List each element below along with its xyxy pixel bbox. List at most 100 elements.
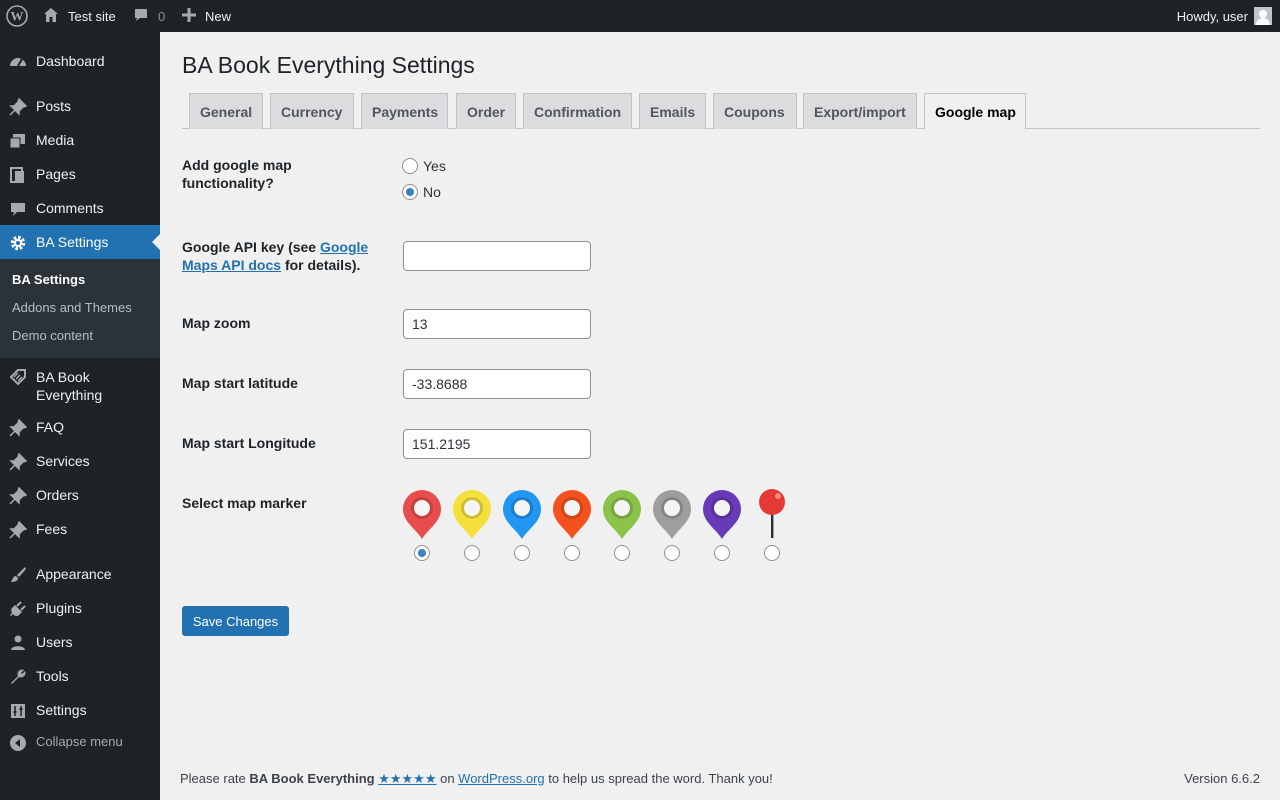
marker-radio[interactable] — [464, 545, 480, 561]
wordpress-logo-icon[interactable]: W — [6, 0, 30, 32]
pushpin-icon — [8, 418, 28, 438]
sidebar-item-posts[interactable]: Posts — [0, 89, 160, 123]
pages-icon — [8, 165, 28, 185]
map-longitude-label: Map start Longitude — [182, 435, 316, 451]
map-marker-label: Select map marker — [182, 495, 307, 511]
google-map-label: Add google map functionality? — [182, 157, 292, 191]
sidebar-item-tools[interactable]: Tools — [0, 659, 160, 693]
save-changes-button[interactable]: Save Changes — [182, 606, 289, 636]
sidebar-item-fees[interactable]: Fees — [0, 512, 160, 546]
plugin-name: BA Book Everything — [249, 771, 375, 786]
admin-sidebar: Dashboard Posts Media Pages Comments BA … — [0, 32, 160, 800]
gear-icon — [8, 233, 28, 253]
tab-coupons[interactable]: Coupons — [713, 93, 797, 129]
map-zoom-input[interactable]: 13 — [403, 309, 591, 339]
ba-settings-submenu: BA Settings Addons and Themes Demo conte… — [0, 259, 160, 358]
sidebar-item-orders[interactable]: Orders — [0, 478, 160, 512]
pushpin-icon — [8, 452, 28, 472]
map-zoom-label: Map zoom — [182, 315, 251, 331]
sidebar-item-appearance[interactable]: Appearance — [0, 557, 160, 591]
tab-order[interactable]: Order — [456, 93, 516, 129]
red-pushpin-icon[interactable] — [752, 488, 792, 540]
api-key-label-prefix: Google API key (see — [182, 239, 320, 255]
new-content-link[interactable]: New — [182, 0, 231, 32]
comments-count: 0 — [158, 8, 166, 24]
tab-general[interactable]: General — [189, 93, 263, 129]
dashboard-icon — [8, 52, 28, 72]
tag-icon — [8, 367, 28, 387]
admin-bar: W Test site 0 New Howdy, user — [0, 0, 1280, 32]
brush-icon — [8, 565, 28, 585]
plugin-icon — [8, 599, 28, 619]
wp-version: Version 6.6.2 — [1184, 771, 1260, 786]
yellow-marker-icon[interactable] — [452, 488, 492, 540]
comment-icon — [133, 7, 149, 26]
yes-label: Yes — [423, 158, 446, 174]
marker-radio[interactable] — [664, 545, 680, 561]
marker-radio[interactable] — [564, 545, 580, 561]
sidebar-item-media[interactable]: Media — [0, 123, 160, 157]
wrench-icon — [8, 667, 28, 687]
rate-prefix: Please rate — [180, 771, 250, 786]
submenu-item-demo-content[interactable]: Demo content — [12, 328, 93, 343]
rate-suffix: to help us spread the word. Thank you! — [544, 771, 773, 786]
google-map-yes-radio[interactable] — [402, 158, 418, 174]
submenu-item-ba-settings[interactable]: BA Settings — [12, 272, 85, 287]
sidebar-item-ba-settings[interactable]: BA Settings — [0, 225, 160, 259]
map-latitude-label: Map start latitude — [182, 375, 298, 391]
wordpress-org-link[interactable]: WordPress.org — [458, 771, 544, 786]
map-latitude-input[interactable]: -33.8688 — [403, 369, 591, 399]
collapse-arrow-icon — [8, 733, 28, 753]
tab-confirmation[interactable]: Confirmation — [523, 93, 632, 129]
red-marker-icon[interactable] — [402, 488, 442, 540]
comment-icon — [8, 199, 28, 219]
sidebar-item-plugins[interactable]: Plugins — [0, 591, 160, 625]
tab-export-import[interactable]: Export/import — [803, 93, 917, 129]
gray-marker-icon[interactable] — [652, 488, 692, 540]
sidebar-item-services[interactable]: Services — [0, 444, 160, 478]
site-name-link[interactable]: Test site — [42, 0, 116, 32]
orange-marker-icon[interactable] — [552, 488, 592, 540]
google-map-no-option[interactable]: No — [402, 184, 441, 200]
avatar — [1254, 7, 1272, 25]
account-menu[interactable]: Howdy, user — [1177, 0, 1272, 32]
pushpin-icon — [8, 520, 28, 540]
blue-marker-icon[interactable] — [502, 488, 542, 540]
media-icon — [8, 131, 28, 151]
marker-radio[interactable] — [614, 545, 630, 561]
sidebar-item-dashboard[interactable]: Dashboard — [0, 44, 160, 78]
sidebar-item-pages[interactable]: Pages — [0, 157, 160, 191]
marker-radio[interactable] — [764, 545, 780, 561]
pushpin-icon — [8, 97, 28, 117]
map-longitude-input[interactable]: 151.2195 — [403, 429, 591, 459]
home-icon — [42, 6, 68, 27]
marker-radio[interactable] — [414, 545, 430, 561]
comments-link[interactable]: 0 — [133, 0, 165, 32]
rate-on: on — [436, 771, 459, 786]
google-map-no-radio[interactable] — [402, 184, 418, 200]
sidebar-item-faq[interactable]: FAQ — [0, 410, 160, 444]
purple-marker-icon[interactable] — [702, 488, 742, 540]
site-name: Test site — [68, 8, 116, 24]
api-key-input[interactable] — [403, 241, 591, 271]
submenu-item-addons[interactable]: Addons and Themes — [12, 300, 132, 315]
google-map-yes-option[interactable]: Yes — [402, 158, 446, 174]
pushpin-icon — [8, 486, 28, 506]
howdy-text: Howdy, user — [1176, 8, 1248, 24]
marker-radio[interactable] — [514, 545, 530, 561]
tab-payments[interactable]: Payments — [361, 93, 448, 129]
api-key-label-suffix: for details). — [281, 257, 361, 273]
sidebar-item-settings[interactable]: Settings — [0, 693, 160, 727]
collapse-menu-button[interactable]: Collapse menu — [0, 725, 160, 759]
rating-stars-link[interactable]: ★★★★★ — [378, 771, 436, 786]
marker-radio[interactable] — [714, 545, 730, 561]
sidebar-item-users[interactable]: Users — [0, 625, 160, 659]
sidebar-item-ba-book-everything[interactable]: BA Book Everything — [0, 366, 160, 406]
tab-emails[interactable]: Emails — [639, 93, 706, 129]
tab-google-map[interactable]: Google map — [924, 93, 1026, 130]
green-marker-icon[interactable] — [602, 488, 642, 540]
settings-icon — [8, 701, 28, 721]
api-key-label: Google API key (see Google Maps API docs… — [182, 238, 377, 274]
sidebar-item-comments[interactable]: Comments — [0, 191, 160, 225]
tab-currency[interactable]: Currency — [270, 93, 354, 129]
